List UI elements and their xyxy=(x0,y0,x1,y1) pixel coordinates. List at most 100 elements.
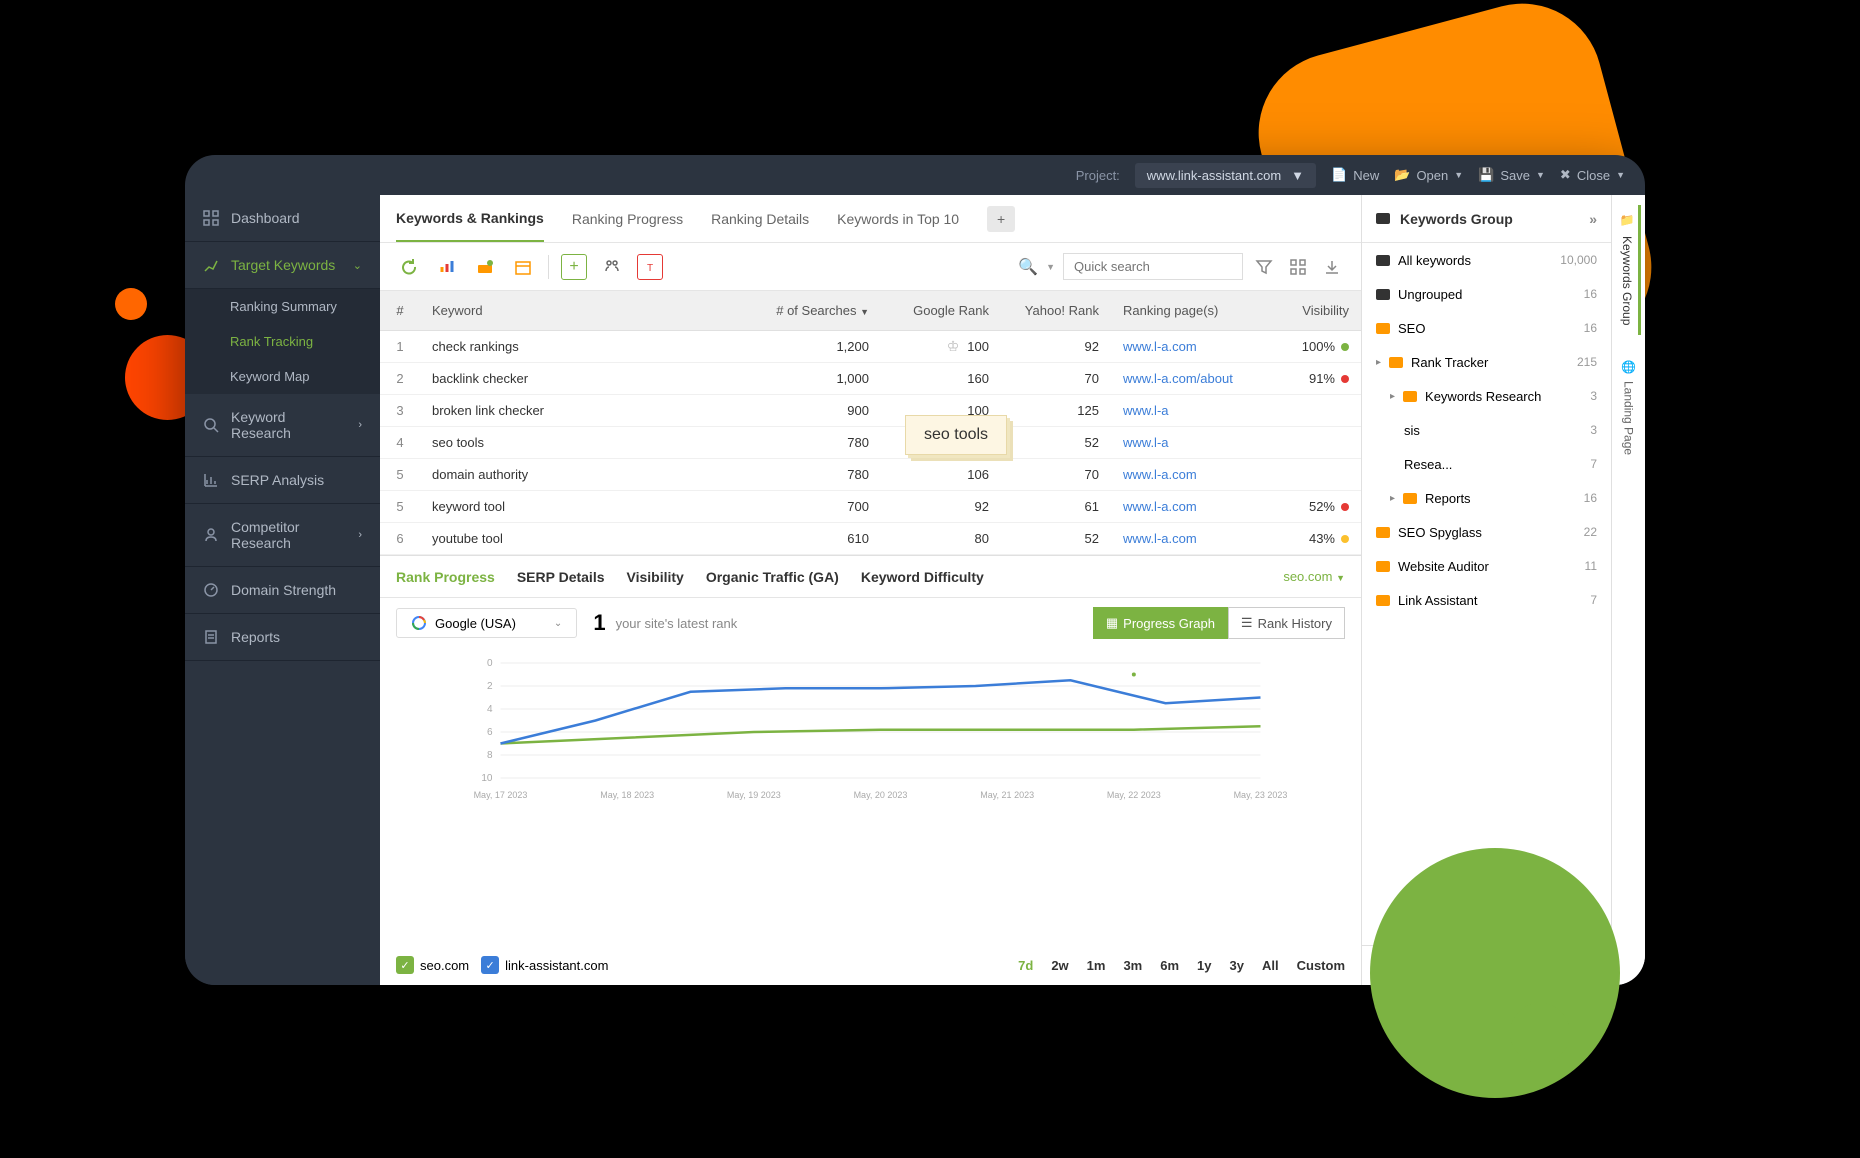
table-row[interactable]: 2 backlink checker 1,000 160 70 www.l-a.… xyxy=(380,363,1361,395)
th-keyword[interactable]: Keyword xyxy=(420,303,751,318)
sidebar-item-keyword-map[interactable]: Keyword Map xyxy=(230,359,380,394)
tab-keywords-rankings[interactable]: Keywords & Rankings xyxy=(396,196,544,242)
group-item[interactable]: ▸Rank Tracker215 xyxy=(1362,345,1611,379)
period-6m[interactable]: 6m xyxy=(1160,958,1179,973)
status-dot xyxy=(1341,535,1349,543)
grid-icon[interactable] xyxy=(1285,254,1311,280)
th-google-rank[interactable]: Google Rank xyxy=(881,303,1001,318)
table-row[interactable]: 5 keyword tool 700 92 61 www.l-a.com 52% xyxy=(380,491,1361,523)
folder-icon xyxy=(1376,323,1390,334)
download-icon[interactable] xyxy=(1319,254,1345,280)
save-icon: 💾 xyxy=(1478,167,1494,183)
close-button[interactable]: ✖Close▼ xyxy=(1560,167,1625,183)
status-dot xyxy=(1341,503,1349,511)
group-item[interactable]: Resea...7 xyxy=(1362,447,1611,481)
table-row[interactable]: 5 domain authority 780 106 70 www.l-a.co… xyxy=(380,459,1361,491)
new-button[interactable]: 📄New xyxy=(1331,167,1379,183)
sidebar-item-competitor-research[interactable]: Competitor Research › xyxy=(185,504,380,567)
sidebar-item-domain-strength[interactable]: Domain Strength xyxy=(185,567,380,614)
refresh-icon[interactable] xyxy=(396,254,422,280)
period-custom[interactable]: Custom xyxy=(1297,958,1345,973)
dashboard-icon xyxy=(203,210,219,226)
folder-icon xyxy=(1376,527,1390,538)
rank-display: 1 your site's latest rank xyxy=(593,610,737,636)
tab-keywords-top10[interactable]: Keywords in Top 10 xyxy=(837,197,959,241)
add-tab-button[interactable]: + xyxy=(987,206,1015,232)
period-3m[interactable]: 3m xyxy=(1123,958,1142,973)
table-row[interactable]: 4 seo tools 780 ♔125 52 www.l-a xyxy=(380,427,1361,459)
open-button[interactable]: 📂Open▼ xyxy=(1394,167,1463,183)
status-dot xyxy=(1341,375,1349,383)
group-item[interactable]: Ungrouped16 xyxy=(1362,277,1611,311)
group-item[interactable]: sis3 xyxy=(1362,413,1611,447)
tab-ranking-progress[interactable]: Ranking Progress xyxy=(572,197,683,241)
sidebar-item-ranking-summary[interactable]: Ranking Summary xyxy=(230,289,380,324)
calendar-icon[interactable] xyxy=(510,254,536,280)
btab-keyword-difficulty[interactable]: Keyword Difficulty xyxy=(861,569,984,585)
period-7d[interactable]: 7d xyxy=(1018,958,1033,973)
table-row[interactable]: 6 youtube tool 610 80 52 www.l-a.com 43% xyxy=(380,523,1361,555)
project-dropdown[interactable]: www.link-assistant.com ▼ xyxy=(1135,163,1316,188)
add-button[interactable]: + xyxy=(561,254,587,280)
group-item[interactable]: ▸Keywords Research3 xyxy=(1362,379,1611,413)
th-num[interactable]: # xyxy=(380,303,420,318)
legend-la[interactable]: ✓link-assistant.com xyxy=(481,956,608,974)
sidebar-item-serp-analysis[interactable]: SERP Analysis xyxy=(185,457,380,504)
group-item[interactable]: SEO Spyglass22 xyxy=(1362,515,1611,549)
sidebar-item-dashboard[interactable]: Dashboard xyxy=(185,195,380,242)
sidebar-item-reports[interactable]: Reports xyxy=(185,614,380,661)
period-3y[interactable]: 3y xyxy=(1230,958,1244,973)
tab-ranking-details[interactable]: Ranking Details xyxy=(711,197,809,241)
group-item[interactable]: SEO16 xyxy=(1362,311,1611,345)
side-tab-landing-page[interactable]: 🌐 Landing Page xyxy=(1618,350,1640,465)
chevron-right-icon: › xyxy=(358,529,362,541)
folder-icon xyxy=(1403,391,1417,402)
btab-visibility[interactable]: Visibility xyxy=(627,569,684,585)
group-item[interactable]: All keywords10,000 xyxy=(1362,243,1611,277)
folder-icon xyxy=(1376,595,1390,606)
period-1y[interactable]: 1y xyxy=(1197,958,1211,973)
period-1m[interactable]: 1m xyxy=(1087,958,1106,973)
document-icon xyxy=(203,629,219,645)
file-icon: 📄 xyxy=(1331,167,1347,183)
table-row[interactable]: 1 check rankings 1,200 ♔100 92 www.l-a.c… xyxy=(380,331,1361,363)
group-item[interactable]: ▸Reports16 xyxy=(1362,481,1611,515)
tool-icon-3[interactable] xyxy=(472,254,498,280)
svg-text:May, 20 2023: May, 20 2023 xyxy=(854,790,908,800)
rank-chart: 0246810May, 17 2023May, 18 2023May, 19 2… xyxy=(380,648,1361,945)
close-icon: ✖ xyxy=(1560,167,1571,183)
svg-text:0: 0 xyxy=(487,658,493,669)
sidebar-item-rank-tracking[interactable]: Rank Tracking xyxy=(230,324,380,359)
save-button[interactable]: 💾Save▼ xyxy=(1478,167,1545,183)
table-row[interactable]: 3 broken link checker 900 100 125 www.l-… xyxy=(380,395,1361,427)
btab-serp-details[interactable]: SERP Details xyxy=(517,569,605,585)
rank-history-button[interactable]: ☰Rank History xyxy=(1228,607,1345,639)
quick-search-input[interactable] xyxy=(1063,253,1243,280)
search-engine-select[interactable]: Google (USA) ⌄ xyxy=(396,608,577,638)
period-all[interactable]: All xyxy=(1262,958,1279,973)
legend-seo[interactable]: ✓seo.com xyxy=(396,956,469,974)
btab-organic-traffic[interactable]: Organic Traffic (GA) xyxy=(706,569,839,585)
group-icon[interactable] xyxy=(599,254,625,280)
filter-icon[interactable] xyxy=(1251,254,1277,280)
tag-icon[interactable]: T xyxy=(637,254,663,280)
sidebar-item-keyword-research[interactable]: Keyword Research › xyxy=(185,394,380,457)
period-2w[interactable]: 2w xyxy=(1051,958,1068,973)
btab-domain[interactable]: seo.com ▼ xyxy=(1283,569,1345,584)
sidebar-item-target-keywords[interactable]: Target Keywords ⌄ xyxy=(185,242,380,289)
btab-rank-progress[interactable]: Rank Progress xyxy=(396,569,495,585)
analytics-icon[interactable] xyxy=(434,254,460,280)
th-yahoo-rank[interactable]: Yahoo! Rank xyxy=(1001,303,1111,318)
svg-text:May, 22 2023: May, 22 2023 xyxy=(1107,790,1161,800)
progress-graph-button[interactable]: ▦Progress Graph xyxy=(1093,607,1228,639)
chevron-down-icon: ⌄ xyxy=(554,618,562,629)
collapse-button[interactable]: » xyxy=(1589,211,1597,227)
sidebar: Dashboard Target Keywords ⌄ Ranking Summ… xyxy=(185,195,380,985)
group-item[interactable]: Link Assistant7 xyxy=(1362,583,1611,617)
th-visibility[interactable]: Visibility xyxy=(1261,303,1361,318)
group-item[interactable]: Website Auditor11 xyxy=(1362,549,1611,583)
side-tab-keywords-group[interactable]: 📁 Keywords Group xyxy=(1616,205,1641,335)
folder-open-icon: 📂 xyxy=(1394,167,1410,183)
th-pages[interactable]: Ranking page(s) xyxy=(1111,303,1261,318)
th-searches[interactable]: # of Searches ▼ xyxy=(751,303,881,318)
